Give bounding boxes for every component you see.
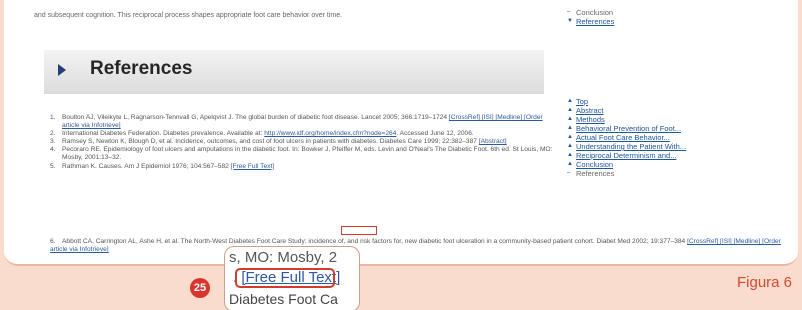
- reference-url-link[interactable]: http://www.idf.org/home/index.cfm?node=2…: [264, 130, 396, 137]
- triangle-up-icon: ▲: [567, 98, 573, 104]
- reference-links[interactable]: [Abstract]: [479, 138, 507, 145]
- toc-item-references-current: – References: [567, 169, 615, 178]
- toc-item-methods[interactable]: ▲ Methods: [567, 115, 686, 124]
- toc-item-abstract[interactable]: ▲ Abstract: [567, 106, 686, 115]
- references-heading: References: [90, 58, 193, 79]
- reference-item: 4. Pecoraro RE. Epidemiology of foot ulc…: [50, 146, 553, 162]
- toc-item-conclusion[interactable]: – Conclusion: [567, 8, 614, 17]
- reference-item: 6. Abbott CA, Carrington AL, Ashe H, et a…: [50, 238, 781, 254]
- reference-item: 3. Ramsey S, Newton K, Blough D, et al. …: [50, 138, 507, 146]
- zoom-text-line: s, MO: Mosby, 2: [229, 249, 338, 266]
- triangle-up-icon: ▲: [567, 161, 573, 167]
- dash-icon: –: [567, 170, 571, 176]
- toc-item-reciprocal-determinism[interactable]: ▲ Reciprocal Determinism and...: [567, 151, 686, 160]
- step-number-badge: 25: [190, 278, 210, 298]
- free-full-text-link[interactable]: [Free Full Text]: [231, 163, 274, 170]
- triangle-up-icon: ▲: [567, 116, 573, 122]
- toc-top: – Conclusion ▼ References: [567, 8, 614, 26]
- section-arrow-icon: [58, 64, 66, 76]
- reference-item: 5. Rathman K. Causes. Am J Epidemiol 197…: [50, 162, 275, 170]
- triangle-up-icon: ▲: [567, 134, 573, 140]
- highlight-frame: [235, 268, 335, 288]
- zoom-callout: s, MO: Mosby, 2 . [Free Full Text] Diabe…: [224, 246, 360, 310]
- triangle-up-icon: ▲: [567, 125, 573, 131]
- toc-item-behavioral-prevention[interactable]: ▲ Behavioral Prevention of Foot...: [567, 124, 686, 133]
- reference-item: 2. International Diabetes Federation. Di…: [50, 130, 474, 138]
- article-text-fragment: and subsequent cognition. This reciproca…: [34, 12, 343, 19]
- triangle-up-icon: ▲: [567, 107, 573, 113]
- reference-list: 1. Boulton AJ, Vileikyte L, Ragnarson-Te…: [50, 114, 560, 171]
- triangle-up-icon: ▲: [567, 152, 573, 158]
- triangle-down-icon: ▼: [567, 18, 573, 24]
- toc-item-conclusion-2[interactable]: ▲ Conclusion: [567, 160, 686, 169]
- toc-main: ▲ Top ▲ Abstract ▲ Methods ▲ Behavioral Prev…: [567, 97, 686, 178]
- figure-caption: Figura 6: [737, 274, 793, 291]
- toc-item-understanding-patient[interactable]: ▲ Understanding the Patient With...: [567, 142, 686, 151]
- toc-item-references[interactable]: ▼ References: [567, 17, 614, 26]
- highlight-box-small: [341, 226, 377, 235]
- toc-item-actual-foot-care[interactable]: ▲ Actual Foot Care Behavior...: [567, 133, 686, 142]
- browser-screenshot: and subsequent cognition. This reciproca…: [4, 0, 798, 266]
- triangle-up-icon: ▲: [567, 143, 573, 149]
- dash-icon: –: [567, 9, 571, 15]
- toc-item-top[interactable]: ▲ Top: [567, 97, 686, 106]
- zoom-text-line: Diabetes Foot Ca: [229, 291, 338, 307]
- reference-item: 1. Boulton AJ, Vileikyte L, Ragnarson-Te…: [50, 114, 543, 130]
